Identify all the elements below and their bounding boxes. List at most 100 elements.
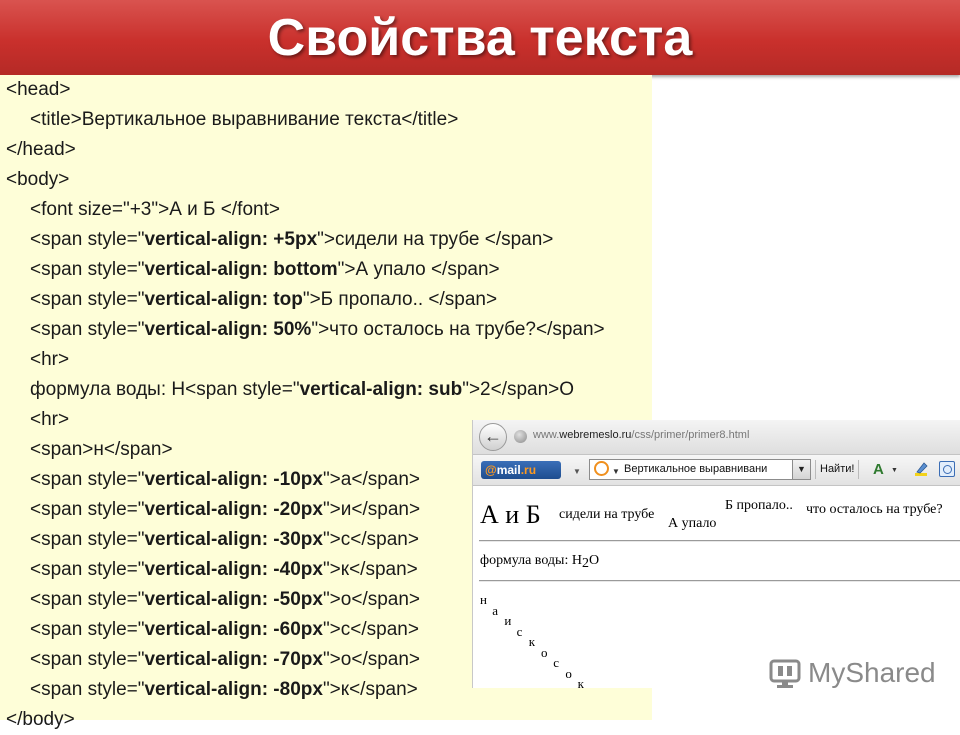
code-text: ">с</span>	[322, 619, 419, 640]
code-text: </head>	[6, 139, 76, 160]
code-text: ">и</span>	[322, 499, 421, 520]
code-keyword: vertical-align: -60px	[144, 619, 323, 640]
code-text: ">А упало </span>	[337, 259, 500, 280]
mail-dropdown-icon[interactable]: ▼	[573, 467, 581, 476]
code-text: <span style="	[30, 289, 145, 310]
text-ab: А и Б	[480, 500, 541, 529]
text-a-fell: А упало	[668, 516, 717, 531]
code-keyword: vertical-align: 50%	[144, 319, 312, 340]
code-text: ">Б пропало.. </span>	[302, 289, 498, 310]
code-line: <span style="vertical-align: +5px">сидел…	[30, 225, 553, 255]
browser-screenshot: ← www.webremeslo.ru/css/primer/primer8.h…	[472, 420, 960, 691]
code-line: <span style="vertical-align: -40px">к</s…	[30, 555, 418, 585]
code-text: <font size="+3">А и Б </font>	[30, 199, 280, 220]
mail-ru-logo[interactable]: @mail.ru	[481, 461, 561, 479]
code-keyword: vertical-align: -70px	[144, 649, 323, 670]
url-field[interactable]: www.webremeslo.ru/css/primer/primer8.htm…	[533, 429, 749, 441]
code-keyword: vertical-align: -80px	[144, 679, 323, 700]
code-text: ">что осталось на трубе?</span>	[311, 319, 605, 340]
code-text: <span style="	[30, 259, 145, 280]
url-prefix: www.	[533, 429, 560, 441]
code-text: <span style="	[30, 619, 145, 640]
code-text: ">о</span>	[322, 649, 421, 670]
code-line: <span>н</span>	[30, 435, 173, 465]
toolbar: @mail.ru ▼ ▼ Вертикальное выравнивани ▼ …	[473, 455, 960, 486]
code-keyword: vertical-align: -30px	[144, 529, 323, 550]
code-text: <hr>	[30, 349, 70, 370]
horizontal-rule	[479, 580, 960, 582]
code-text: <span style="	[30, 469, 145, 490]
code-text: ">к</span>	[322, 559, 418, 580]
code-text: <title>Вертикальное выравнивание текста<…	[30, 109, 459, 130]
code-line: <body>	[6, 165, 69, 195]
water-formula: формула воды: H2O	[480, 553, 600, 571]
code-line: <span style="vertical-align: bottom">А у…	[30, 255, 500, 285]
code-line: <span style="vertical-align: -10px">а</s…	[30, 465, 420, 495]
code-text: <span style="	[30, 529, 145, 550]
code-line: <span style="vertical-align: -60px">с</s…	[30, 615, 419, 645]
text-b-gone: Б пропало..	[725, 498, 793, 513]
highlighter-icon[interactable]	[913, 461, 929, 477]
diagonal-letter: с	[553, 655, 559, 670]
code-line: <span style="vertical-align: 50%">что ос…	[30, 315, 605, 345]
code-keyword: vertical-align: sub	[299, 379, 463, 400]
formula-suffix: O	[588, 553, 600, 568]
search-dropdown-button[interactable]: ▼	[792, 460, 810, 479]
code-line: <head>	[6, 75, 70, 105]
code-keyword: vertical-align: -40px	[144, 559, 323, 580]
mail-logo-text: mail	[496, 463, 521, 477]
code-keyword: vertical-align: bottom	[144, 259, 338, 280]
code-line: <span style="vertical-align: -80px">к</s…	[30, 675, 418, 705]
code-text: <body>	[6, 169, 70, 190]
code-line: <span style="vertical-align: -70px">о</s…	[30, 645, 420, 675]
code-keyword: vertical-align: -50px	[144, 589, 323, 610]
diagonal-letter: о	[541, 644, 548, 660]
code-line: <hr>	[30, 405, 69, 435]
address-bar: ← www.webremeslo.ru/css/primer/primer8.h…	[473, 420, 960, 455]
code-text: <span style="	[30, 499, 145, 520]
diagonal-letter: к	[577, 676, 584, 691]
diagonal-letter: о	[565, 665, 572, 681]
code-line: формула воды: H<span style="vertical-ali…	[30, 375, 574, 405]
globe-icon	[514, 430, 527, 443]
code-keyword: vertical-align: top	[144, 289, 303, 310]
mail-search-icon	[594, 461, 609, 476]
code-text: <span style="	[30, 649, 145, 670]
search-input[interactable]: ▼ Вертикальное выравнивани ▼	[589, 459, 811, 480]
code-line: <hr>	[30, 345, 69, 375]
mail-logo-suffix: .ru	[520, 463, 537, 477]
zoom-icon[interactable]	[939, 461, 955, 477]
text-size-caret-icon[interactable]: ▼	[891, 467, 898, 474]
diagonal-letter: н	[480, 592, 487, 607]
code-text: <span style="	[30, 679, 145, 700]
diagonal-letter: с	[516, 623, 523, 639]
code-text: <span>н</span>	[30, 439, 173, 460]
code-text: ">к</span>	[322, 679, 418, 700]
title-banner: Свойства текста	[0, 0, 960, 75]
search-caret-icon: ▼	[612, 467, 620, 476]
code-line: <span style="vertical-align: top">Б проп…	[30, 285, 497, 315]
myshared-watermark: MyShared	[808, 657, 936, 688]
back-button[interactable]: ←	[479, 423, 507, 451]
text-what-left: что осталось на трубе?	[806, 502, 943, 517]
code-line: </head>	[6, 135, 76, 165]
code-keyword: vertical-align: -10px	[144, 469, 323, 490]
code-text: ">о</span>	[322, 589, 421, 610]
url-domain: webremeslo.ru	[559, 429, 632, 441]
url-path: /css/primer/primer8.html	[631, 429, 750, 441]
text-sit-on-pipe: сидели на трубе	[559, 507, 655, 522]
text-size-icon[interactable]: A	[873, 461, 884, 478]
find-button[interactable]: Найти!	[815, 460, 860, 479]
code-text: ">2</span>O	[462, 379, 575, 400]
diagonal-letter: а	[492, 602, 498, 618]
code-line: <title>Вертикальное выравнивание текста<…	[30, 105, 458, 135]
code-line: <span style="vertical-align: -20px">и</s…	[30, 495, 420, 525]
code-text: <hr>	[30, 409, 70, 430]
search-text: Вертикальное выравнивани	[624, 463, 768, 475]
code-text: формула воды: H<span style="	[30, 379, 300, 400]
slide-title: Свойства текста	[267, 9, 693, 67]
code-text: <span style="	[30, 589, 145, 610]
code-line: <span style="vertical-align: -30px">с</s…	[30, 525, 419, 555]
diagonal-letter: и	[504, 613, 512, 628]
code-text: <span style="	[30, 319, 145, 340]
